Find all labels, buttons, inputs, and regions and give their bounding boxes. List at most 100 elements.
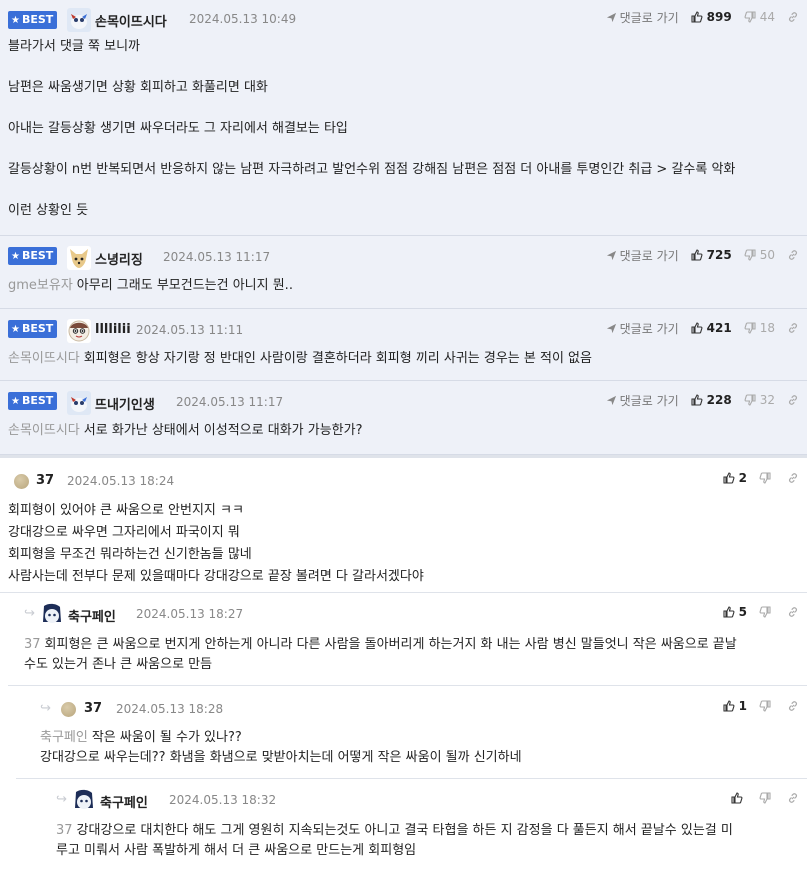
dislike-button[interactable] (759, 606, 775, 618)
thumbs-down-icon (759, 700, 771, 712)
like-button[interactable]: 1 (723, 699, 747, 713)
link-icon (789, 607, 797, 617)
share-link-button[interactable] (787, 394, 799, 406)
avatar[interactable] (14, 474, 29, 489)
like-button[interactable]: 5 (723, 605, 747, 619)
avatar[interactable] (67, 319, 91, 343)
go-to-reply-link[interactable]: 댓글로 가기 (606, 247, 679, 264)
star-icon: ★ (11, 15, 20, 26)
mention[interactable]: 축구페인 (40, 730, 88, 745)
avatar[interactable] (67, 8, 91, 32)
comment: 37 2024.05.13 18:24 2 회피형이 있어야 큰 싸움으로 안번… (0, 458, 807, 593)
comment-body: 손목이뜨시다 회피형은 항상 자기랑 정 반대인 사람이랑 결혼하더라 회피형 끼… (8, 349, 592, 369)
comment-actions: 2 (723, 469, 799, 487)
avatar[interactable] (61, 702, 76, 717)
like-button[interactable] (731, 792, 747, 804)
go-to-reply-link[interactable]: 댓글로 가기 (606, 320, 679, 337)
go-to-reply-link[interactable]: 댓글로 가기 (606, 9, 679, 26)
comment-line: 회피형이 있어야 큰 싸움으로 안번지지 ㅋㅋ (8, 503, 244, 518)
nickname[interactable]: 손목이뜨시다 (95, 11, 167, 30)
nickname[interactable]: 뜨내기인생 (95, 394, 155, 413)
send-icon (606, 250, 616, 260)
best-badge: ★ BEST (8, 11, 57, 29)
link-icon (789, 250, 797, 260)
thumbs-down-icon (744, 11, 756, 23)
comment-body: 축구페인 작은 싸움이 될 수가 있나?? 강대강으로 싸우는데?? 화냄을 화냄… (40, 728, 522, 768)
best-badge: ★ BEST (8, 392, 57, 410)
timestamp: 2024.05.13 18:32 (169, 793, 277, 807)
like-button[interactable]: 228 (691, 393, 732, 407)
nickname[interactable]: 37 (84, 701, 102, 716)
comment-line: 이런 상황인 듯 (8, 203, 89, 218)
nickname[interactable]: 37 (36, 473, 54, 488)
timestamp: 2024.05.13 10:49 (189, 12, 297, 26)
comment-line: 작은 싸움이 될 수가 있나?? (91, 730, 242, 745)
nickname[interactable]: 축구페인 (68, 606, 116, 625)
best-comment: ★ BEST 스녕리징 2024.05.13 11:17 댓글로 가기 725 5… (0, 236, 807, 309)
comment-line: 아내는 갈등상황 생기면 싸우더라도 그 자리에서 해결보는 타입 (8, 121, 348, 136)
nickname[interactable]: llllilii (95, 322, 131, 337)
comment-line: 회피형은 큰 싸움으로 번지게 안하는게 아니라 다른 사람을 돌아버리게 하는… (44, 637, 737, 652)
share-link-button[interactable] (787, 11, 799, 23)
dislike-button[interactable]: 18 (744, 321, 775, 335)
thumbs-down-icon (744, 249, 756, 261)
thumbs-down-icon (744, 322, 756, 334)
send-icon (606, 323, 616, 333)
link-icon (789, 793, 797, 803)
nickname[interactable]: 스녕리징 (95, 249, 143, 268)
thumbs-up-icon (723, 472, 735, 484)
dislike-button[interactable] (759, 792, 775, 804)
avatar[interactable] (67, 391, 91, 415)
comment-line: 블라가서 댓글 쭉 보니까 (8, 39, 140, 54)
thumbs-up-icon (691, 249, 703, 261)
like-button[interactable]: 2 (723, 471, 747, 485)
thumbs-down-icon (759, 792, 771, 804)
dislike-button[interactable]: 50 (744, 248, 775, 262)
dislike-button[interactable] (759, 472, 775, 484)
reply-arrow-icon: ↪ (24, 606, 35, 621)
share-link-button[interactable] (787, 700, 799, 712)
comment-text: 아무리 그래도 부모건드는건 아니지 뭔.. (76, 278, 293, 293)
share-link-button[interactable] (787, 472, 799, 484)
link-icon (789, 701, 797, 711)
comment-line: 강대강으로 대치한다 해도 그게 영원히 지속되는것도 아니고 결국 타협을 하… (76, 823, 733, 838)
comment-line: 강대강으로 싸우는데?? 화냄을 화냄으로 맞받아치는데 어떻게 작은 싸움이 … (40, 750, 522, 765)
comment-line: 수도 있는거 존나 큰 싸움으로 만듬 (24, 657, 213, 672)
comment-line: 남편은 싸움생기면 상황 회피하고 화풀리면 대화 (8, 80, 268, 95)
send-icon (606, 395, 616, 405)
avatar[interactable] (40, 602, 64, 626)
mention[interactable]: 37 (56, 823, 73, 838)
best-comment: ★ BEST 손목이뜨시다 2024.05.13 10:49 댓글로 가기 899… (0, 0, 807, 236)
thumbs-up-icon (731, 792, 743, 804)
avatar[interactable] (67, 246, 91, 270)
star-icon: ★ (11, 396, 20, 407)
comment-actions: 댓글로 가기 725 50 (606, 246, 799, 264)
mention[interactable]: 37 (24, 637, 41, 652)
star-icon: ★ (11, 251, 20, 262)
star-icon: ★ (11, 324, 20, 335)
like-button[interactable]: 899 (691, 10, 732, 24)
dislike-button[interactable]: 32 (744, 393, 775, 407)
share-link-button[interactable] (787, 792, 799, 804)
go-to-reply-link[interactable]: 댓글로 가기 (606, 392, 679, 409)
share-link-button[interactable] (787, 322, 799, 334)
nickname[interactable]: 축구페인 (100, 792, 148, 811)
timestamp: 2024.05.13 18:27 (136, 607, 244, 621)
dislike-button[interactable] (759, 700, 775, 712)
like-button[interactable]: 725 (691, 248, 732, 262)
link-icon (789, 323, 797, 333)
comment-actions: 1 (723, 697, 799, 715)
mention[interactable]: 손목이뜨시다 (8, 423, 80, 438)
comment-line: 갈등상황이 n번 반복되면서 반응하지 않는 남편 자극하려고 발언수위 점점 … (8, 162, 736, 177)
like-button[interactable]: 421 (691, 321, 732, 335)
link-icon (789, 12, 797, 22)
mention[interactable]: 손목이뜨시다 (8, 351, 80, 366)
share-link-button[interactable] (787, 606, 799, 618)
comment-text: 서로 화가난 상태에서 이성적으로 대화가 가능한가? (83, 423, 363, 438)
share-link-button[interactable] (787, 249, 799, 261)
dislike-button[interactable]: 44 (744, 10, 775, 24)
comment-actions (731, 789, 799, 807)
avatar[interactable] (72, 788, 96, 812)
timestamp: 2024.05.13 18:24 (67, 474, 175, 488)
mention[interactable]: gme보유자 (8, 278, 73, 293)
